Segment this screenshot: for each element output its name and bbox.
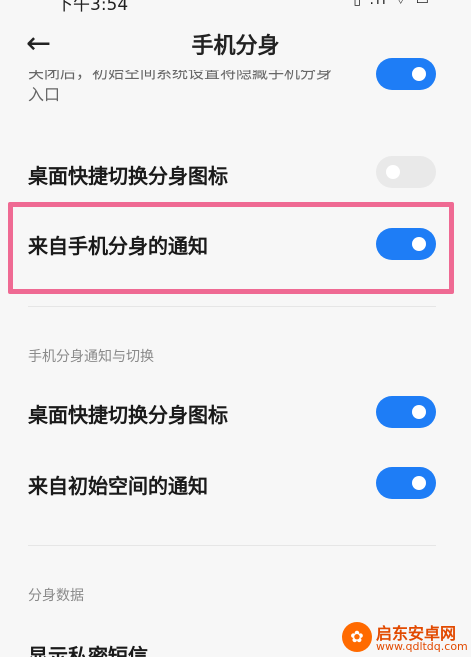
- toggle-knob: [386, 165, 400, 179]
- row-label-desktop-shortcut: 桌面快捷切换分身图标: [28, 164, 228, 188]
- hide-entry-toggle[interactable]: [376, 58, 436, 90]
- toggle-knob: [412, 405, 426, 419]
- desktop-shortcut-toggle[interactable]: [376, 156, 436, 188]
- page-title: 手机分身: [191, 34, 280, 59]
- clone-notifications-toggle[interactable]: [376, 228, 436, 260]
- initial-space-notifications-toggle[interactable]: [376, 467, 436, 499]
- watermark-logo-icon: ✿: [342, 622, 372, 652]
- toggle-knob: [412, 476, 426, 490]
- row-label-private-sms: 显示私密短信: [28, 644, 148, 657]
- intro-description: 关闭后，初始空间系统设置将隐藏手机分身 入口: [28, 70, 348, 118]
- section-title-data: 分身数据: [28, 588, 84, 604]
- row-label-initial-space-notifications: 来自初始空间的通知: [28, 474, 208, 498]
- row-label-desktop-shortcut-2: 桌面快捷切换分身图标: [28, 403, 228, 427]
- divider: [28, 306, 436, 307]
- intro-line-2: 入口: [28, 85, 61, 104]
- row-label-clone-notifications: 来自手机分身的通知: [28, 234, 208, 258]
- status-bar: 下午3:54 ▯ .ıl ⌔ ▭: [0, 0, 471, 18]
- toggle-knob: [412, 67, 426, 81]
- watermark-url: www.qdltdq.com: [376, 640, 468, 653]
- status-icons: ▯ .ıl ⌔ ▭: [353, 0, 431, 8]
- section-title-notifications: 手机分身通知与切换: [28, 349, 154, 365]
- toggle-knob: [412, 237, 426, 251]
- status-time: 下午3:54: [56, 0, 129, 15]
- desktop-shortcut-toggle-2[interactable]: [376, 396, 436, 428]
- watermark: ✿ 启东安卓网 www.qdltdq.com: [342, 618, 471, 657]
- intro-line-1: 关闭后，初始空间系统设置将隐藏手机分身: [28, 70, 333, 82]
- divider: [28, 545, 436, 546]
